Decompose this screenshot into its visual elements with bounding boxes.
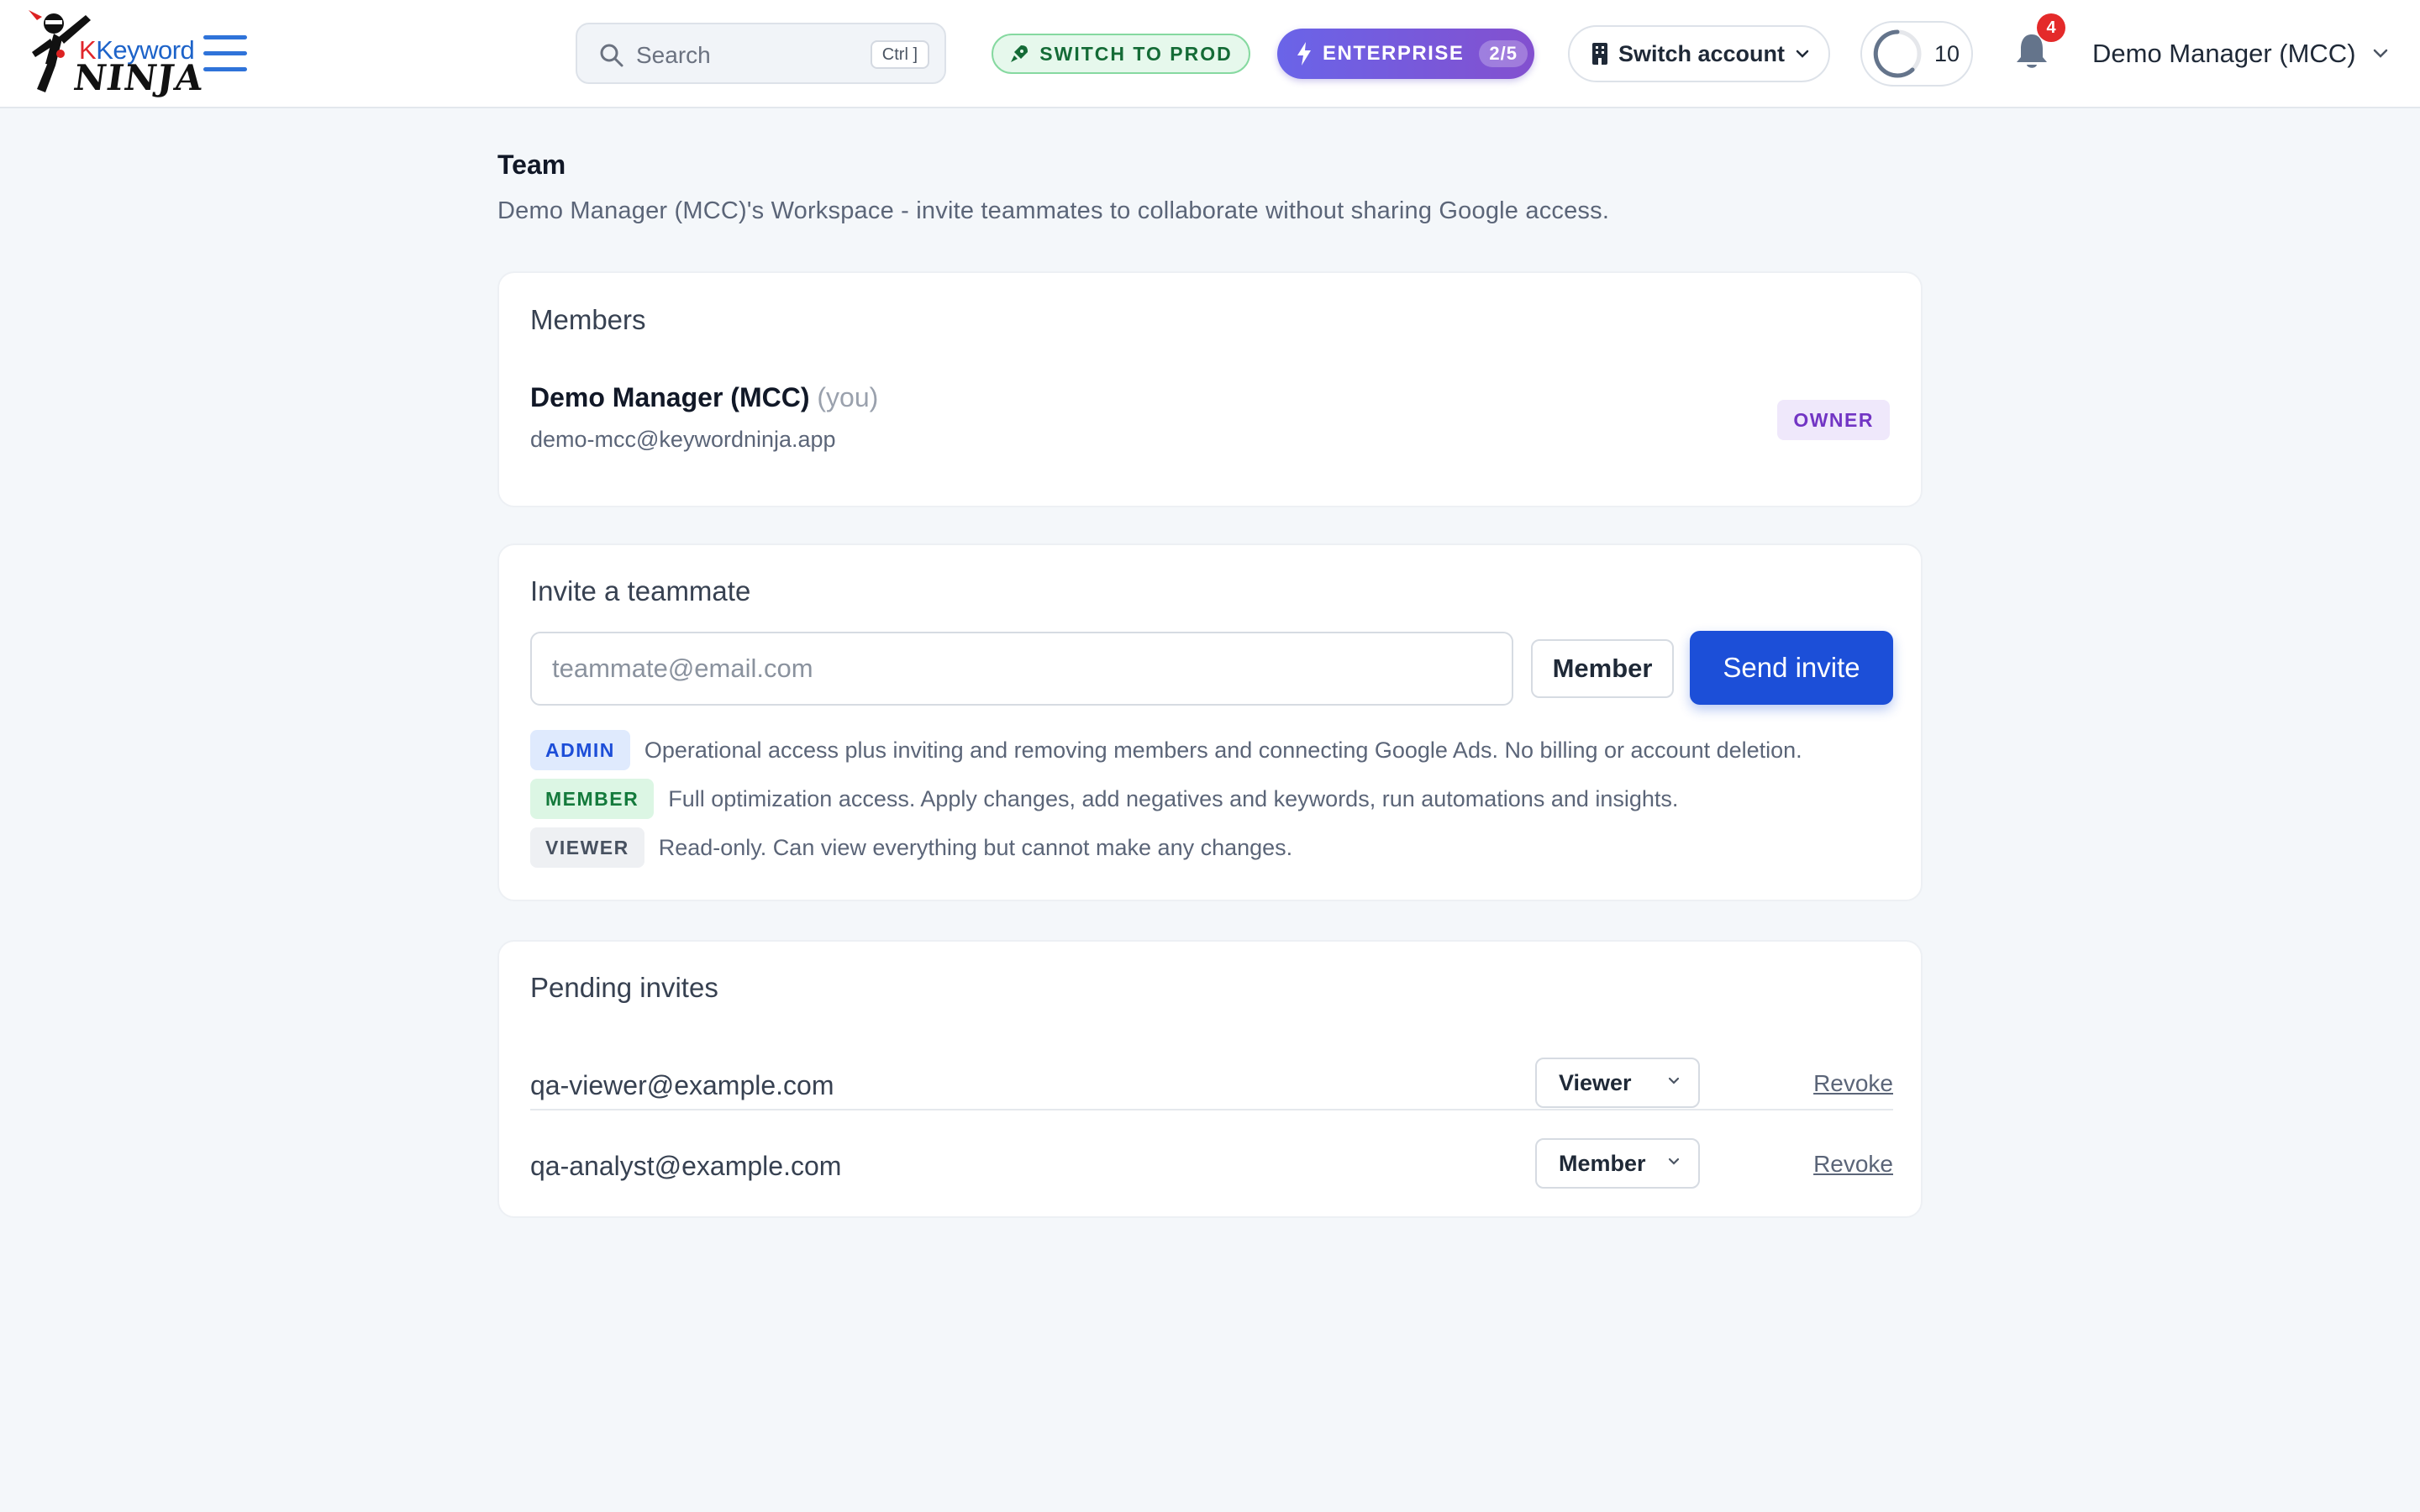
role-description-member: MEMBER Full optimization access. Apply c…	[530, 779, 1678, 819]
pending-invite-role-value: Member	[1559, 1150, 1646, 1176]
page-header: Team Demo Manager (MCC)'s Workspace - in…	[497, 150, 1923, 225]
plan-label: ENTERPRISE	[1323, 42, 1465, 65]
invite-email-input[interactable]	[530, 632, 1513, 706]
member-name-text: Demo Manager (MCC)	[530, 382, 810, 412]
menu-icon[interactable]	[203, 34, 247, 74]
invite-role-select[interactable]: Member	[1531, 639, 1674, 698]
progress-ring-icon	[1873, 29, 1922, 78]
send-invite-button[interactable]: Send invite	[1690, 631, 1893, 705]
invite-title: Invite a teammate	[530, 575, 751, 606]
members-card: Members Demo Manager (MCC) (you) demo-mc…	[497, 271, 1923, 507]
switch-account-button[interactable]: Switch account	[1568, 25, 1830, 82]
members-title: Members	[530, 304, 646, 335]
invite-card: Invite a teammate Member Send invite ADM…	[497, 543, 1923, 901]
pending-invites-card: Pending invites qa-viewer@example.com Vi…	[497, 940, 1923, 1218]
credits-indicator[interactable]: 10	[1860, 21, 1973, 87]
chevron-down-icon	[2373, 49, 2387, 58]
switch-account-label: Switch account	[1618, 40, 1786, 66]
admin-role-tag: ADMIN	[530, 730, 630, 770]
pending-invite-email: qa-analyst@example.com	[530, 1151, 842, 1181]
pending-invite-role-select[interactable]: Viewer	[1535, 1058, 1700, 1108]
plan-usage: 2/5	[1479, 40, 1528, 67]
member-role-description: Full optimization access. Apply changes,…	[668, 785, 1679, 811]
search-bar[interactable]: Search Ctrl ]	[576, 23, 946, 84]
switch-to-prod-label: SWITCH TO PROD	[1039, 42, 1233, 65]
search-placeholder: Search	[636, 42, 711, 68]
owner-role-badge: OWNER	[1777, 400, 1890, 440]
role-description-admin: ADMIN Operational access plus inviting a…	[530, 730, 1802, 770]
page-title: Team	[497, 150, 566, 180]
search-icon	[600, 44, 623, 67]
member-email: demo-mcc@keywordninja.app	[530, 427, 836, 452]
chevron-down-icon	[1668, 1077, 1680, 1084]
member-role-tag: MEMBER	[530, 779, 655, 819]
app-logo[interactable]: KKeyword NINJA	[25, 5, 206, 102]
user-name: Demo Manager (MCC)	[2092, 39, 2356, 68]
row-divider	[530, 1109, 1893, 1110]
admin-role-description: Operational access plus inviting and rem…	[644, 737, 1802, 763]
logo-text-bottom: NINJA	[71, 57, 207, 98]
notifications-button[interactable]: 4	[2015, 13, 2065, 77]
search-shortcut-hint: Ctrl ]	[870, 40, 929, 69]
revoke-invite-link[interactable]: Revoke	[1813, 1070, 1893, 1097]
chevron-down-icon	[1668, 1158, 1680, 1165]
plan-badge-button[interactable]: ENTERPRISE 2/5	[1277, 29, 1534, 79]
pending-invite-role-select[interactable]: Member	[1535, 1138, 1700, 1189]
rocket-icon	[1011, 45, 1028, 62]
role-description-viewer: VIEWER Read-only. Can view everything bu…	[530, 827, 1292, 868]
pending-invite-email: qa-viewer@example.com	[530, 1070, 834, 1100]
member-name: Demo Manager (MCC) (you)	[530, 382, 878, 413]
viewer-role-description: Read-only. Can view everything but canno…	[658, 834, 1293, 860]
lightning-icon	[1297, 42, 1311, 66]
page-subtitle: Demo Manager (MCC)'s Workspace - invite …	[497, 197, 1610, 224]
switch-to-prod-button[interactable]: SWITCH TO PROD	[992, 34, 1250, 74]
pending-invite-row: qa-analyst@example.com Member Revoke	[530, 1126, 1893, 1206]
chevron-down-icon	[1796, 50, 1809, 58]
viewer-role-tag: VIEWER	[530, 827, 644, 868]
credits-count: 10	[1934, 40, 1960, 66]
pending-invite-row: qa-viewer@example.com Viewer Revoke	[530, 1045, 1893, 1126]
top-bar: KKeyword NINJA Search Ctrl ] SWITCH TO P…	[0, 0, 2420, 108]
building-icon	[1592, 43, 1607, 65]
revoke-invite-link[interactable]: Revoke	[1813, 1151, 1893, 1178]
you-label: (you)	[817, 382, 879, 412]
notification-count-badge: 4	[2037, 13, 2065, 42]
user-menu-button[interactable]: Demo Manager (MCC)	[2092, 34, 2390, 74]
pending-invite-role-value: Viewer	[1559, 1069, 1632, 1095]
pending-invites-title: Pending invites	[530, 972, 718, 1003]
